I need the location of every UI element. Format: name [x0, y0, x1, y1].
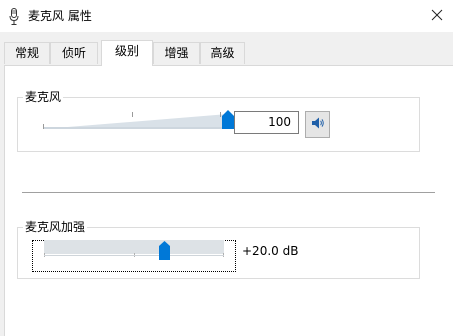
- tab-listen[interactable]: 侦听: [50, 42, 98, 64]
- speaker-icon: [311, 116, 325, 133]
- mute-button[interactable]: [305, 111, 330, 138]
- microphone-level-value[interactable]: 100: [234, 111, 299, 134]
- close-button[interactable]: [421, 0, 453, 32]
- microphone-level-slider[interactable]: [43, 108, 234, 130]
- separator: [22, 192, 435, 193]
- slider-track: [43, 114, 228, 129]
- slider-tick: [220, 112, 221, 117]
- close-icon: [431, 9, 443, 24]
- window-title: 麦克风 属性: [28, 9, 92, 23]
- microphone-icon: [9, 8, 19, 26]
- slider-baseline: [44, 255, 224, 256]
- microphone-group-label: 麦克风: [23, 90, 64, 104]
- slider-thumb[interactable]: [222, 110, 234, 129]
- slider-thumb[interactable]: [159, 241, 170, 260]
- tab-advanced[interactable]: 高级: [200, 42, 245, 64]
- boost-value: +20.0 dB: [242, 244, 299, 258]
- slider-tick: [43, 124, 44, 129]
- boost-group-label: 麦克风加强: [23, 220, 88, 234]
- slider-track: [44, 240, 224, 254]
- tab-general[interactable]: 常规: [4, 42, 50, 64]
- tab-enhancements[interactable]: 增强: [153, 42, 200, 64]
- title-bar: 麦克风 属性: [0, 0, 453, 32]
- tab-levels[interactable]: 级别: [101, 40, 153, 66]
- slider-tick: [132, 112, 133, 117]
- boost-slider[interactable]: [44, 240, 224, 262]
